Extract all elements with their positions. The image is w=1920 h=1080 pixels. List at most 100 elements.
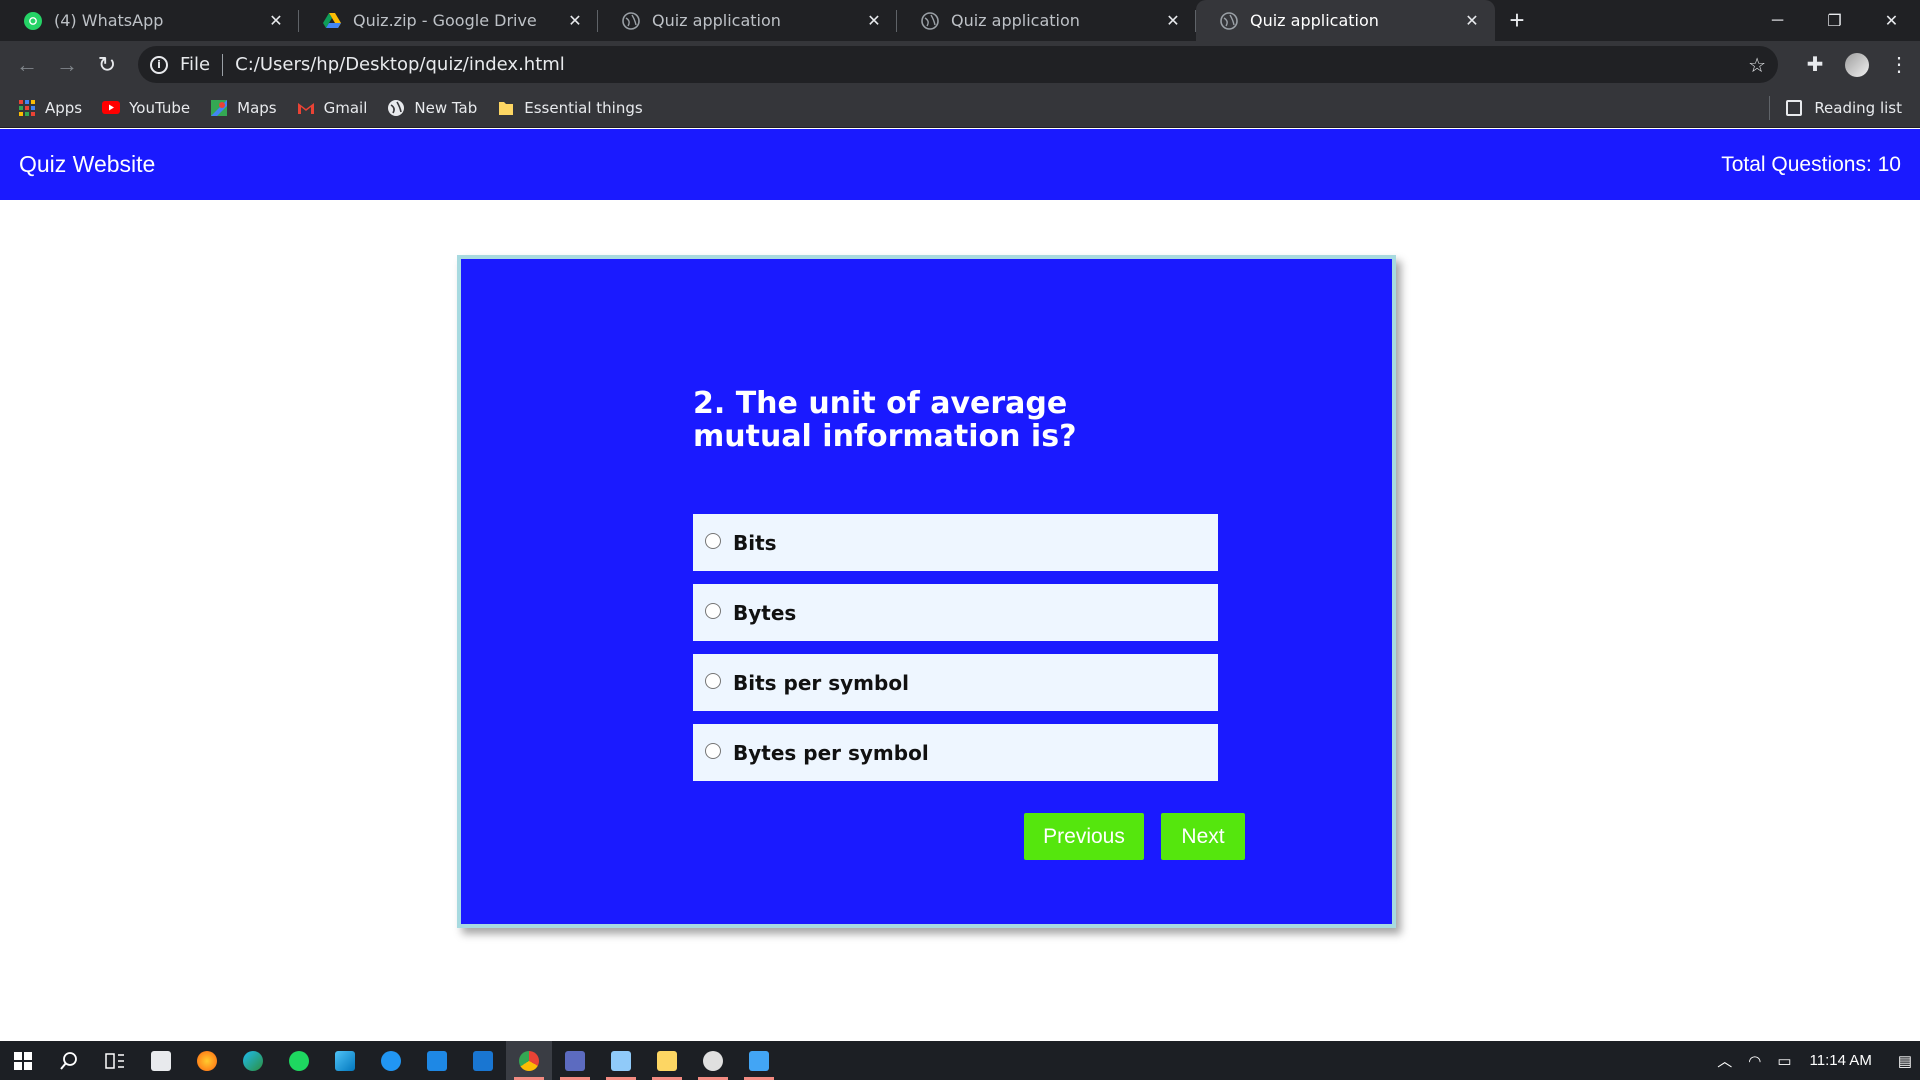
bookmarks-divider [1769,95,1771,120]
globe-icon [1220,11,1238,30]
globe-icon [622,11,640,30]
bookmark-label: Essential things [524,98,643,117]
whatsapp-icon [24,11,42,30]
tab-quiz-application-1[interactable]: Quiz application ✕ [598,0,897,41]
bookmark-label: New Tab [414,98,478,117]
tab-title: Quiz application [1250,11,1379,30]
radio-button[interactable] [705,672,721,689]
close-tab-icon[interactable]: ✕ [564,10,586,32]
battery-icon[interactable]: ▭ [1777,1052,1791,1070]
reading-list-button[interactable]: Reading list [1769,95,1902,120]
vscode-icon[interactable] [460,1041,506,1080]
close-tab-icon[interactable]: ✕ [265,10,287,32]
photos-icon[interactable] [736,1041,782,1080]
firefox-icon[interactable] [184,1041,230,1080]
bookmark-label: Apps [45,98,83,117]
address-divider [222,53,224,76]
close-tab-icon[interactable]: ✕ [1162,10,1184,32]
bookmark-apps[interactable]: Apps [18,99,82,117]
search-icon[interactable] [46,1041,92,1080]
notepad-icon[interactable] [598,1041,644,1080]
url-scheme-label: File [180,54,211,75]
folder-icon [497,99,515,117]
bookmark-gmail[interactable]: Gmail [297,98,368,117]
forward-arrow-icon[interactable]: → [47,45,87,85]
file-explorer-icon[interactable] [644,1041,690,1080]
tab-google-drive[interactable]: Quiz.zip - Google Drive ✕ [299,0,598,41]
bookmark-essential-things[interactable]: Essential things [497,98,643,117]
minimize-icon[interactable]: ─ [1749,0,1806,41]
bookmark-star-icon[interactable]: ☆ [1748,53,1766,77]
apps-grid-icon [18,99,36,117]
tab-title: Quiz.zip - Google Drive [353,11,537,30]
terminal-icon[interactable] [552,1041,598,1080]
browser-toolbar: ← → ↻ i File C:/Users/hp/Desktop/quiz/in… [0,41,1920,88]
tab-title: Quiz application [652,11,781,30]
answer-option-bytes[interactable]: Bytes [693,584,1218,641]
tab-quiz-application-2[interactable]: Quiz application ✕ [897,0,1196,41]
gmail-icon [297,99,315,117]
tab-title: Quiz application [951,11,1080,30]
radio-button[interactable] [705,602,721,619]
answer-label: Bits per symbol [733,670,909,695]
restore-icon[interactable]: ❐ [1806,0,1863,41]
site-header: Quiz Website Total Questions: 10 [0,129,1920,200]
close-window-icon[interactable]: ✕ [1863,0,1920,41]
info-icon[interactable]: i [150,55,168,74]
tab-title: (4) WhatsApp [54,11,164,30]
bookmarks-bar: Apps YouTube Maps Gmail New Tab Essentia… [0,88,1920,128]
bookmark-new-tab[interactable]: New Tab [387,99,477,117]
globe-icon [387,99,405,117]
total-questions-label: Total Questions: 10 [1721,152,1901,176]
back-arrow-icon[interactable]: ← [7,45,47,85]
spotify-icon[interactable] [276,1041,322,1080]
mail-icon[interactable] [414,1041,460,1080]
bookmark-label: Gmail [323,98,368,117]
bookmark-youtube[interactable]: YouTube [102,99,190,117]
task-view-icon[interactable] [92,1041,138,1080]
tab-quiz-application-active[interactable]: Quiz application ✕ [1196,0,1495,41]
quiz-card: 2. The unit of average mutual informatio… [457,255,1396,928]
radio-button[interactable] [705,742,721,759]
windows-taskbar: ︿ ◠ ▭ 11:14 AM ▤ [0,1041,1920,1080]
answer-option-bits[interactable]: Bits [693,514,1218,571]
maps-icon [210,99,228,117]
store-icon[interactable] [138,1041,184,1080]
clock[interactable]: 11:14 AM [1810,1052,1872,1069]
close-tab-icon[interactable]: ✕ [863,10,885,32]
app-icon[interactable] [322,1041,368,1080]
answer-label: Bytes per symbol [733,740,929,765]
address-bar[interactable]: i File C:/Users/hp/Desktop/quiz/index.ht… [138,46,1778,83]
answer-label: Bytes [733,600,797,625]
paint-icon[interactable] [690,1041,736,1080]
notifications-icon[interactable]: ▤ [1898,1052,1912,1070]
radio-button[interactable] [705,532,721,549]
chrome-icon[interactable] [506,1041,552,1080]
teams-icon[interactable] [368,1041,414,1080]
wifi-icon[interactable]: ◠ [1748,1052,1761,1070]
menu-kebab-icon[interactable]: ⋮ [1878,52,1920,77]
previous-button[interactable]: Previous [1024,813,1144,860]
extensions-puzzle-icon[interactable]: ✚ [1794,52,1836,77]
system-tray: ︿ ◠ ▭ 11:14 AM ▤ [1709,1041,1920,1080]
profile-avatar[interactable] [1845,52,1869,77]
next-button[interactable]: Next [1161,813,1245,860]
new-tab-icon[interactable]: + [1495,0,1539,41]
answer-option-bits-per-symbol[interactable]: Bits per symbol [693,654,1218,711]
toolbar-actions: ✚ ⋮ [1794,41,1920,88]
question-text: 2. The unit of average mutual informatio… [693,386,1077,454]
site-title: Quiz Website [19,151,156,177]
globe-icon [921,11,939,30]
chevron-up-icon[interactable]: ︿ [1717,1050,1732,1071]
answer-option-bytes-per-symbol[interactable]: Bytes per symbol [693,724,1218,781]
bookmark-maps[interactable]: Maps [210,99,277,117]
answer-label: Bits [733,530,777,555]
close-tab-icon[interactable]: ✕ [1461,10,1483,32]
edge-icon[interactable] [230,1041,276,1080]
reading-list-icon [1786,99,1803,116]
reload-icon[interactable]: ↻ [87,45,127,85]
windows-start-icon[interactable] [0,1041,46,1080]
url-text[interactable]: C:/Users/hp/Desktop/quiz/index.html [235,54,565,75]
google-drive-icon [323,12,341,30]
tab-whatsapp[interactable]: (4) WhatsApp ✕ [0,0,299,41]
